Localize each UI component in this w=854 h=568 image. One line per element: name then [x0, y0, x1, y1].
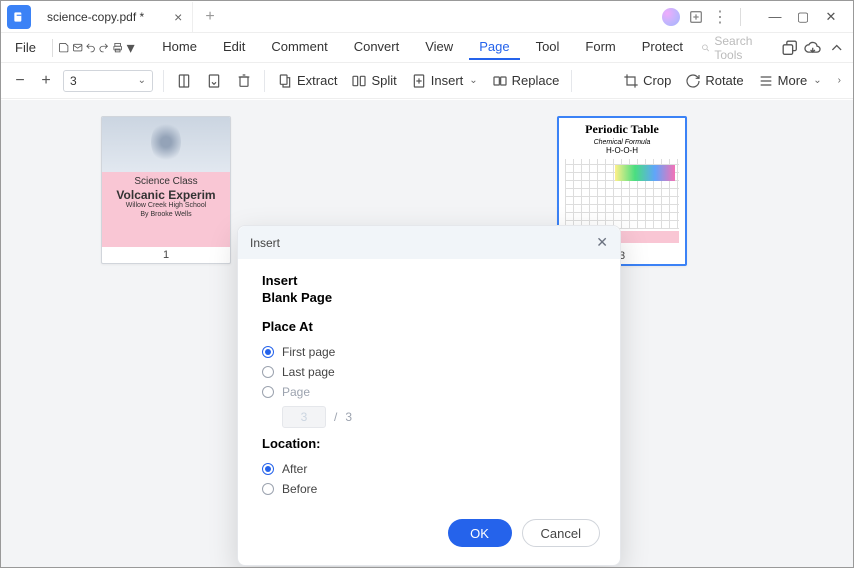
dropdown-icon[interactable]: ▾ — [125, 37, 136, 59]
dialog-title: Insert — [250, 236, 280, 250]
menu-tool[interactable]: Tool — [526, 35, 570, 60]
mail-icon[interactable] — [72, 37, 83, 59]
file-menu[interactable]: File — [9, 40, 46, 55]
extract-button[interactable]: Extract — [275, 70, 339, 92]
radio-icon — [262, 386, 274, 398]
page-box-icon[interactable] — [174, 70, 194, 92]
menubar: File ▾ Home Edit Comment Convert View Pa… — [1, 33, 853, 63]
menu-page[interactable]: Page — [469, 35, 519, 60]
collapse-icon[interactable] — [828, 37, 845, 59]
radio-first-page[interactable]: First page — [262, 342, 596, 362]
ok-button[interactable]: OK — [448, 519, 512, 547]
zoom-in-button[interactable]: + — [37, 72, 55, 90]
kebab-menu-icon[interactable]: ⋮ — [712, 9, 728, 25]
extension-icon[interactable] — [688, 9, 704, 25]
insert-button[interactable]: Insert⌄ — [409, 70, 480, 92]
menu-comment[interactable]: Comment — [261, 35, 337, 60]
radio-page[interactable]: Page — [262, 382, 596, 402]
rotate-button[interactable]: Rotate — [683, 70, 745, 92]
menu-tabs: Home Edit Comment Convert View Page Tool… — [152, 35, 693, 60]
cloud-icon[interactable] — [804, 37, 821, 59]
print-icon[interactable] — [112, 37, 123, 59]
undo-icon[interactable] — [85, 37, 96, 59]
radio-last-page[interactable]: Last page — [262, 362, 596, 382]
menu-edit[interactable]: Edit — [213, 35, 255, 60]
ai-icon[interactable] — [662, 8, 680, 26]
share-icon[interactable] — [781, 37, 798, 59]
menu-convert[interactable]: Convert — [344, 35, 410, 60]
close-tab-icon[interactable]: × — [174, 9, 182, 25]
menu-home[interactable]: Home — [152, 35, 207, 60]
location-heading: Location: — [262, 436, 596, 451]
insert-dialog: Insert ✕ Insert Blank Page Place At Firs… — [237, 225, 621, 566]
replace-button[interactable]: Replace — [490, 70, 562, 92]
crop-button[interactable]: Crop — [621, 70, 673, 92]
page-thumbnail-1[interactable]: Science Class Volcanic Experim Willow Cr… — [101, 116, 231, 264]
cancel-button[interactable]: Cancel — [522, 519, 600, 547]
minimize-button[interactable]: — — [761, 3, 789, 31]
search-tools[interactable]: Search Tools — [695, 31, 775, 65]
new-tab-button[interactable]: + — [199, 8, 220, 26]
file-tab[interactable]: science-copy.pdf * × — [37, 2, 193, 32]
radio-icon — [262, 463, 274, 475]
titlebar: science-copy.pdf * × + ⋮ — ▢ ✕ — [1, 1, 853, 33]
page-number-input[interactable] — [282, 406, 326, 428]
more-button[interactable]: More⌄ — [756, 70, 824, 92]
insert-heading: Insert — [262, 273, 596, 288]
save-icon[interactable] — [58, 37, 69, 59]
page-label-icon[interactable] — [204, 70, 224, 92]
split-button[interactable]: Split — [349, 70, 398, 92]
radio-icon — [262, 346, 274, 358]
radio-after[interactable]: After — [262, 459, 596, 479]
menu-protect[interactable]: Protect — [632, 35, 693, 60]
tab-title: science-copy.pdf * — [47, 10, 144, 24]
page-number: 1 — [102, 247, 230, 263]
page-toolbar: − + 3 ⌄ Extract Split Insert⌄ Replace Cr… — [1, 63, 853, 99]
place-at-heading: Place At — [262, 319, 596, 334]
radio-before[interactable]: Before — [262, 479, 596, 499]
maximize-button[interactable]: ▢ — [789, 3, 817, 31]
zoom-input[interactable]: 3 ⌄ — [63, 70, 153, 92]
radio-icon — [262, 366, 274, 378]
close-window-button[interactable]: ✕ — [817, 3, 845, 31]
radio-icon — [262, 483, 274, 495]
dialog-close-icon[interactable]: ✕ — [596, 234, 608, 251]
zoom-out-button[interactable]: − — [11, 72, 29, 90]
redo-icon[interactable] — [98, 37, 109, 59]
app-icon — [7, 5, 31, 29]
page-canvas: Science Class Volcanic Experim Willow Cr… — [1, 100, 853, 567]
overflow-icon[interactable]: › — [834, 72, 843, 89]
menu-form[interactable]: Form — [575, 35, 625, 60]
menu-view[interactable]: View — [415, 35, 463, 60]
delete-page-icon[interactable] — [234, 70, 254, 92]
blank-page-heading: Blank Page — [262, 290, 596, 305]
